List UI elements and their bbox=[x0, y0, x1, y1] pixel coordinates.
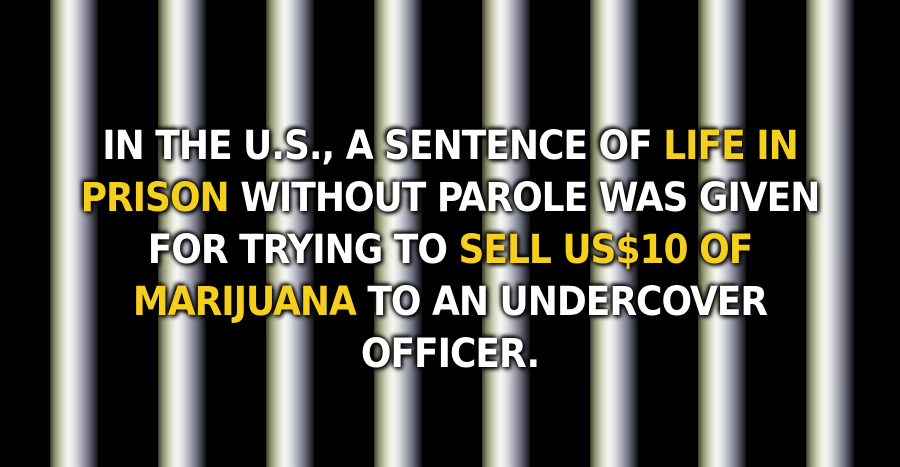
fact-text-part: In the U.S., a sentence of bbox=[102, 123, 664, 169]
fact-text-part: to an undercover officer. bbox=[355, 279, 768, 377]
fact-card: In the U.S., a sentence of life in priso… bbox=[0, 0, 900, 467]
fact-text: In the U.S., a sentence of life in priso… bbox=[40, 120, 860, 380]
